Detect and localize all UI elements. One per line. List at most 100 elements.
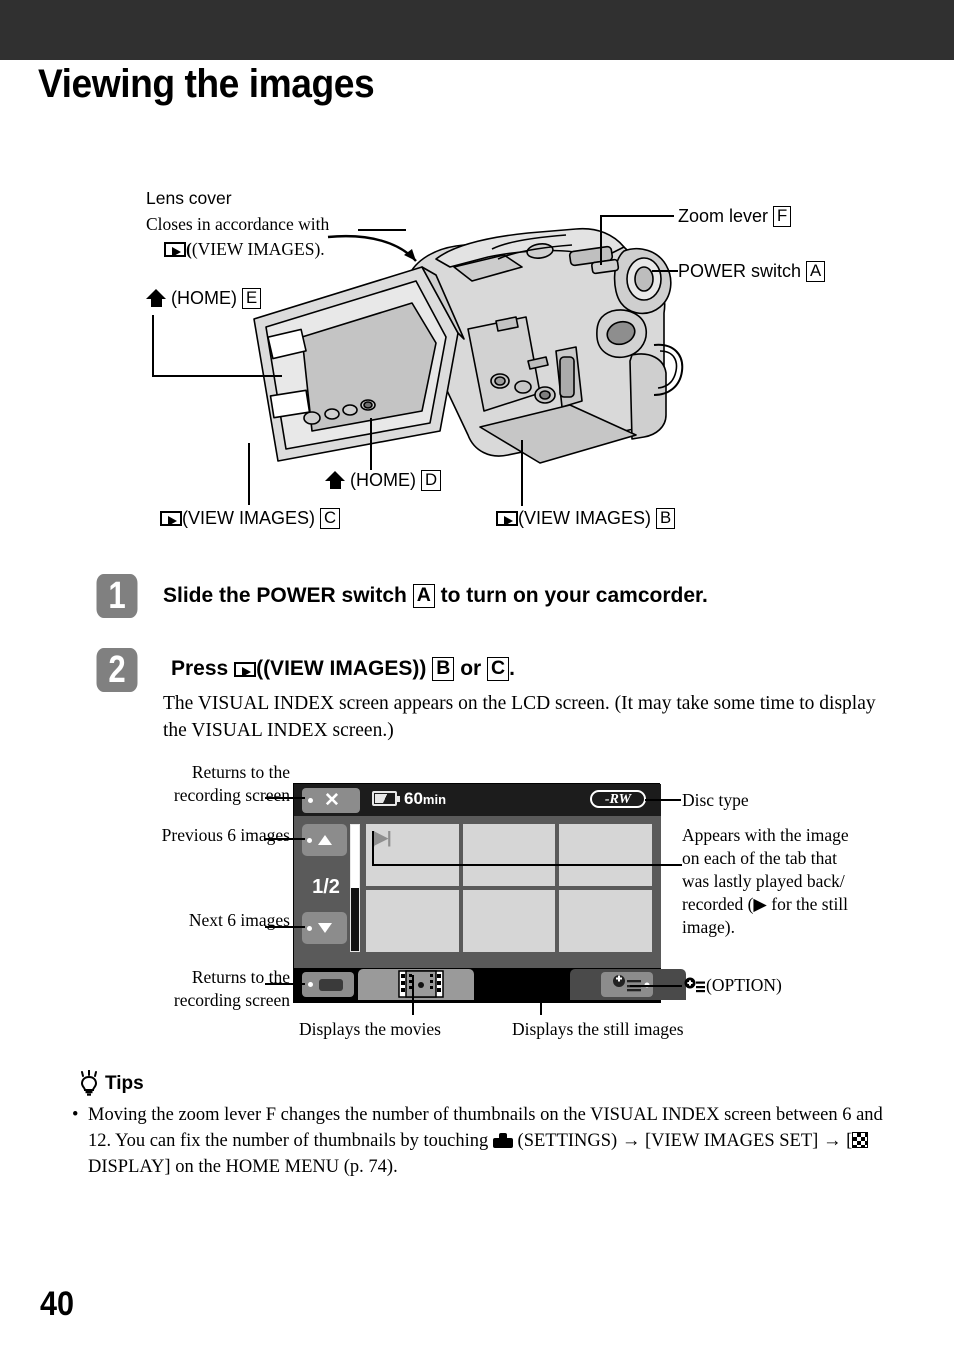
lcd-main-area: 1/2 |▶| (294, 816, 661, 968)
lens-cover-desc-line1: Closes in accordance with (146, 214, 330, 234)
tips-line2b: (SETTINGS) (517, 1131, 618, 1151)
step-2-head-mid: (VIEW IMAGES) (263, 657, 420, 680)
callout-disc-type: Disc type (682, 789, 749, 812)
view-c-text: (VIEW IMAGES) (182, 508, 316, 528)
home-icon-d (325, 471, 345, 489)
toolbox-icon (492, 1133, 513, 1148)
label-zoom-lever: Zoom lever F (678, 206, 792, 227)
leader-line-previous6 (265, 838, 305, 840)
callout-previous6-text: Previous 6 images (161, 825, 290, 845)
step-2-body-line1: The VISUAL INDEX screen appears on the L… (163, 693, 815, 714)
thumbnail-cell[interactable] (462, 890, 556, 952)
leader-line-option (630, 985, 682, 987)
next-page-button[interactable] (302, 912, 347, 944)
label-view-images-c: (VIEW IMAGES) C (160, 508, 341, 529)
thumbnail-cell[interactable] (462, 824, 556, 886)
thumbnail-cell[interactable]: |▶| (366, 824, 459, 886)
home-e-text: (HOME) (171, 288, 238, 308)
leader-line-stills (540, 980, 542, 1015)
callout-nub-return (308, 982, 313, 987)
tips-bullet: • (72, 1105, 79, 1125)
tips-arrow1: → (621, 1131, 641, 1151)
step-2-ref-b: B (432, 657, 455, 681)
label-view-images-b: (VIEW IMAGES) B (496, 508, 676, 529)
callout-nub-close (308, 798, 313, 803)
leader-line-home-d (370, 418, 373, 470)
callout-next6: Next 6 images (88, 909, 290, 932)
callout-tab-note-l3: was lastly played back/ (682, 871, 845, 891)
power-switch-text: POWER switch (678, 261, 802, 281)
callout-nub-prev (307, 838, 312, 843)
callout-option: (OPTION) (684, 974, 782, 997)
callout-disc-type-text: Disc type (682, 790, 749, 810)
leader-line-zoom (600, 215, 674, 218)
step-2-heading: Press ((VIEW IMAGES)) B or C. (171, 657, 515, 681)
callout-tab-note-l4: recorded (▶ for the still (682, 894, 849, 914)
callout-tab-note-l1: Appears with the image (682, 825, 849, 845)
step-1-head-post: to turn on your camcorder. (440, 584, 708, 607)
view-images-icon (164, 242, 186, 257)
leader-line-disc-type (645, 799, 681, 801)
ref-box-c: C (320, 508, 341, 529)
home-d-text: (HOME) (350, 470, 417, 490)
ref-box-b: B (656, 508, 676, 529)
callout-next6-text: Next 6 images (188, 910, 290, 930)
callout-displays-movies-text: Displays the movies (299, 1019, 441, 1039)
step-2-ref-c: C (487, 657, 510, 681)
checker-display-icon (852, 1132, 869, 1148)
page-counter: 1/2 (312, 876, 340, 898)
callout-return-top-l1: Returns to the (191, 762, 290, 782)
leader-line-lenscover (358, 229, 406, 232)
tips-arrow2: → (822, 1131, 842, 1151)
step-2-head-pre: Press (171, 657, 229, 680)
leader-line-return-bottom (265, 983, 305, 985)
label-power-switch: POWER switch A (678, 261, 826, 282)
thumbnail-cell[interactable] (559, 824, 652, 886)
return-to-recording-button[interactable] (302, 972, 354, 997)
step-1-badge: 1 (96, 574, 138, 618)
ref-box-e: E (242, 288, 262, 309)
thumbnail-grid: |▶| (366, 824, 652, 952)
scrollbar-thumb[interactable] (351, 825, 359, 888)
leader-line-view-c (248, 443, 251, 505)
page-number: 40 (40, 1285, 75, 1323)
close-button[interactable]: ✕ (302, 788, 360, 813)
lens-cover-desc-line2: ((VIEW IMAGES). (164, 237, 329, 262)
tips-body: • Moving the zoom lever F changes the nu… (72, 1102, 892, 1180)
leader-line-home-e2 (152, 375, 282, 378)
leader-line-zoom2 (600, 215, 603, 265)
callout-displays-movies: Displays the movies (299, 1018, 441, 1041)
thumbnail-cell[interactable] (559, 890, 652, 952)
view-images-icon-b (496, 511, 518, 526)
callout-displays-stills: Displays the still images (512, 1018, 684, 1041)
step-1-heading: Slide the POWER switch A to turn on your… (163, 584, 708, 608)
thumbnail-cell[interactable] (366, 890, 459, 952)
visual-index-screen: ✕ 60min -RW 1/2 |▶| (293, 783, 686, 1003)
battery-time: 60min (404, 789, 447, 808)
label-lens-cover-desc: Closes in accordance with ((VIEW IMAGES)… (146, 212, 329, 262)
last-played-marker-icon: |▶| (371, 828, 392, 847)
option-glyph-icon (684, 977, 706, 994)
lcd-status-bar: ✕ 60min -RW (294, 784, 661, 816)
leader-line-tab-note (372, 864, 682, 866)
callout-return-bottom-l2: recording screen (173, 990, 290, 1010)
home-icon (146, 289, 166, 307)
close-x-icon: ✕ (324, 790, 340, 811)
view-b-text: (VIEW IMAGES) (518, 508, 652, 528)
leader-line-view-b (521, 440, 524, 506)
step-1-head-pre: Slide the POWER switch (163, 584, 407, 607)
callout-tab-note-l2: on each of the tab that (682, 848, 838, 868)
leader-line-movies (412, 975, 414, 1015)
ref-box-d: D (421, 470, 442, 491)
triangle-down-icon (318, 923, 332, 933)
leader-line-return-top (265, 797, 305, 799)
leader-line-next6 (265, 926, 305, 928)
scrollbar[interactable] (350, 824, 360, 952)
page-title: Viewing the images (38, 62, 375, 106)
recording-screen-icon (319, 979, 343, 991)
manual-page: Viewing the images Lens cover Closes in … (0, 0, 954, 1357)
previous-page-button[interactable] (302, 824, 347, 856)
callout-return-bottom-l1: Returns to the (191, 967, 290, 987)
label-home-d: (HOME) D (325, 470, 442, 491)
disc-type-indicator: -RW (590, 790, 646, 808)
